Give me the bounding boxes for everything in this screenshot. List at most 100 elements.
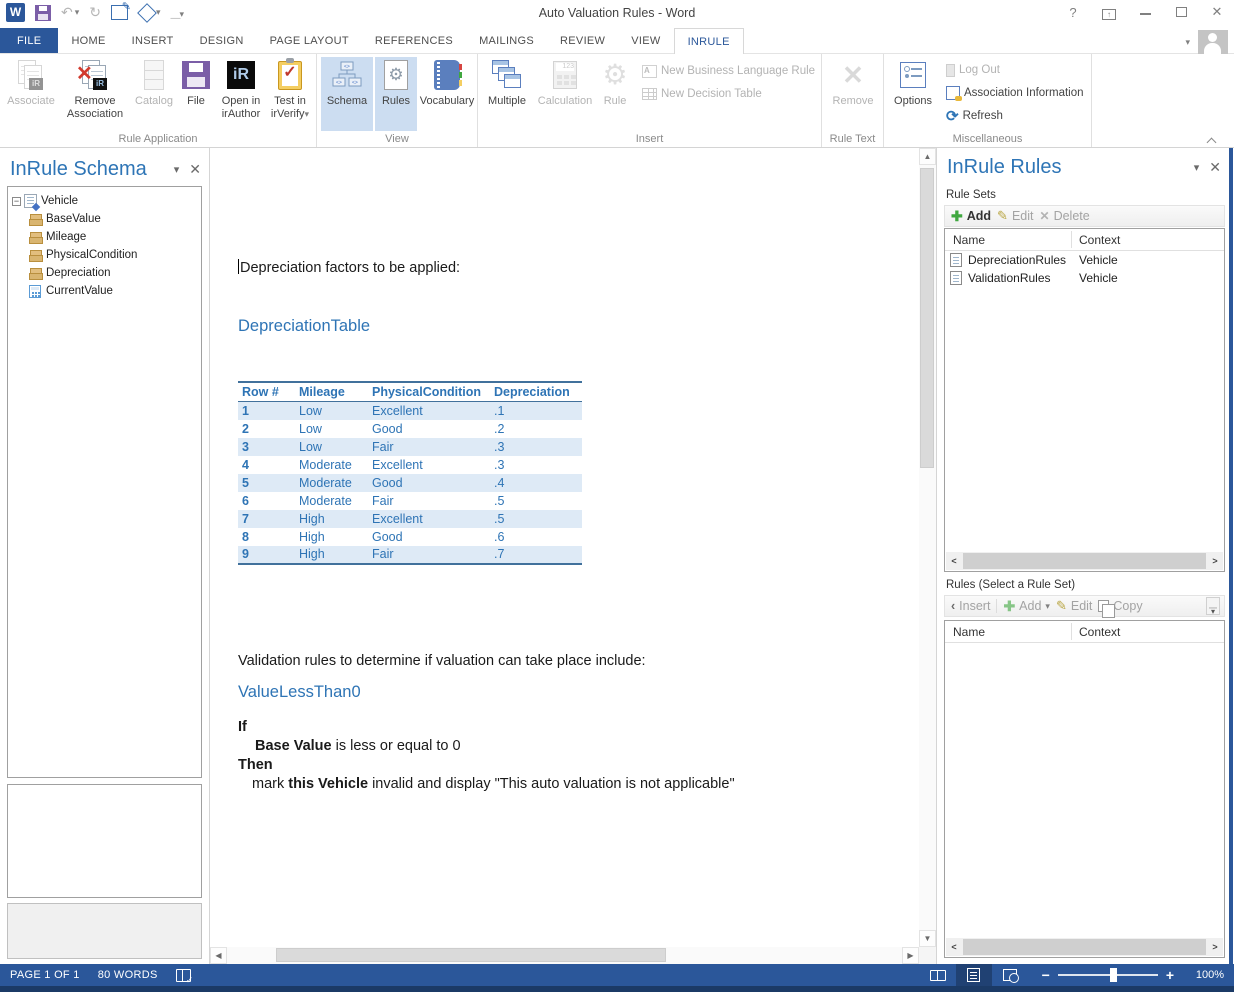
new-decision-table-button[interactable]: New Decision Table xyxy=(642,84,762,104)
proofing-status-icon[interactable] xyxy=(176,969,191,982)
association-information-button[interactable]: Association Information xyxy=(946,83,1084,103)
rule-set-delete-button[interactable]: ✕Delete xyxy=(1040,209,1090,223)
tree-item-basevalue[interactable]: BaseValue xyxy=(8,211,201,227)
scroll-left-icon[interactable]: < xyxy=(946,552,962,570)
zoom-in-button[interactable]: + xyxy=(1166,967,1174,983)
log-out-button[interactable]: Log Out xyxy=(946,60,1000,80)
tab-review[interactable]: REVIEW xyxy=(547,28,618,53)
column-context[interactable]: Context xyxy=(1079,233,1120,247)
tab-mailings[interactable]: MAILINGS xyxy=(466,28,547,53)
schema-panel-menu-icon[interactable]: ▾ xyxy=(174,163,180,176)
zoom-percentage[interactable]: 100% xyxy=(1188,969,1224,981)
rule-then-label[interactable]: Then xyxy=(238,757,273,773)
zoom-track[interactable] xyxy=(1058,974,1158,976)
tree-item-depreciation[interactable]: Depreciation xyxy=(8,265,201,281)
tab-file[interactable]: FILE xyxy=(0,28,58,53)
zoom-slider[interactable]: − + xyxy=(1042,967,1174,983)
paragraph-validation-intro[interactable]: Validation rules to determine if valuati… xyxy=(238,653,646,669)
remove-association-button[interactable]: iR✕ RemoveAssociation xyxy=(62,57,128,131)
scroll-left-button[interactable]: ◀ xyxy=(210,947,227,964)
rule-sets-horizontal-scrollbar[interactable]: < > xyxy=(946,552,1223,570)
rule-set-row-depreciationrules[interactable]: DepreciationRules Vehicle xyxy=(945,251,1224,269)
rules-toggle-button[interactable]: Rules xyxy=(375,57,417,131)
heading-valuelessthan0[interactable]: ValueLessThan0 xyxy=(238,683,361,702)
read-mode-button[interactable] xyxy=(920,964,956,986)
scroll-thumb[interactable] xyxy=(963,939,1206,955)
web-layout-button[interactable] xyxy=(992,964,1028,986)
zoom-out-button[interactable]: − xyxy=(1042,967,1050,983)
rule-if-label[interactable]: If xyxy=(238,719,247,735)
rules-horizontal-scrollbar[interactable]: < > xyxy=(946,938,1223,956)
paragraph-depreciation-intro[interactable]: Depreciation factors to be applied: xyxy=(238,259,460,276)
tab-home[interactable]: HOME xyxy=(58,28,118,53)
rule-edit-button[interactable]: ✎Edit xyxy=(1056,598,1092,614)
associate-button[interactable]: iR Associate xyxy=(2,57,60,131)
scroll-down-button[interactable]: ▼ xyxy=(919,930,936,947)
scroll-left-icon[interactable]: < xyxy=(946,938,962,956)
user-avatar[interactable] xyxy=(1198,30,1228,54)
rule-sets-list[interactable]: Name Context DepreciationRules Vehicle V… xyxy=(944,228,1225,572)
scroll-right-icon[interactable]: > xyxy=(1207,938,1223,956)
document-vertical-scrollbar[interactable]: ▲ ▼ xyxy=(919,148,936,947)
tab-references[interactable]: REFERENCES xyxy=(362,28,466,53)
schema-panel-close-icon[interactable]: ✕ xyxy=(189,161,201,178)
zoom-thumb[interactable] xyxy=(1110,968,1117,982)
account-dropdown-icon[interactable]: ▾ xyxy=(1185,37,1190,48)
rule-add-button[interactable]: ✚Add▾ xyxy=(1003,598,1050,615)
collapse-ribbon-button[interactable] xyxy=(1208,133,1220,141)
catalog-button[interactable]: Catalog xyxy=(130,57,178,131)
tab-design[interactable]: DESIGN xyxy=(187,28,257,53)
insert-rule-button[interactable]: ⚙ Rule xyxy=(596,57,634,131)
open-in-irauthor-button[interactable]: iR Open inirAuthor xyxy=(216,57,266,131)
tree-item-vehicle[interactable]: − Vehicle xyxy=(8,193,201,209)
close-button[interactable]: ✕ xyxy=(1206,4,1228,20)
column-name[interactable]: Name xyxy=(953,233,985,247)
rule-action[interactable]: mark this Vehicle invalid and display "T… xyxy=(252,776,735,792)
tab-insert[interactable]: INSERT xyxy=(119,28,187,53)
rules-panel-close-icon[interactable]: ✕ xyxy=(1209,159,1221,176)
print-layout-button[interactable] xyxy=(956,964,992,986)
vocabulary-button[interactable]: Vocabulary xyxy=(417,57,477,131)
rule-set-row-validationrules[interactable]: ValidationRules Vehicle xyxy=(945,269,1224,287)
scroll-thumb[interactable] xyxy=(963,553,1206,569)
depreciation-table[interactable]: Row # Mileage PhysicalCondition Deprecia… xyxy=(238,381,582,565)
scroll-right-icon[interactable]: > xyxy=(1207,552,1223,570)
rule-set-edit-button[interactable]: ✎Edit xyxy=(997,208,1033,224)
document-horizontal-scrollbar[interactable]: ◀ ▶ xyxy=(210,947,919,964)
ribbon-display-options-button[interactable]: ↑ xyxy=(1098,5,1120,20)
vertical-scroll-thumb[interactable] xyxy=(920,168,934,468)
word-count[interactable]: 80 WORDS xyxy=(98,969,158,981)
test-in-irverify-button[interactable]: Test inirVerify▾ xyxy=(266,57,314,131)
minimize-button[interactable] xyxy=(1134,5,1156,20)
insert-multiple-button[interactable]: Multiple xyxy=(480,57,534,131)
page-indicator[interactable]: PAGE 1 OF 1 xyxy=(10,969,80,981)
scroll-up-button[interactable]: ▲ xyxy=(919,148,936,165)
tab-page-layout[interactable]: PAGE LAYOUT xyxy=(257,28,362,53)
tree-item-currentvalue[interactable]: CurrentValue xyxy=(8,283,201,299)
options-button[interactable]: Options xyxy=(888,57,938,131)
tree-collapse-icon[interactable]: − xyxy=(12,197,21,206)
tree-item-physicalcondition[interactable]: PhysicalCondition xyxy=(8,247,201,263)
tree-item-mileage[interactable]: Mileage xyxy=(8,229,201,245)
tab-view[interactable]: VIEW xyxy=(618,28,673,53)
heading-depreciation-table[interactable]: DepreciationTable xyxy=(238,317,370,336)
schema-toggle-button[interactable]: <> <> <> Schema xyxy=(321,57,373,131)
rule-insert-button[interactable]: ‹Insert xyxy=(951,599,990,613)
rule-condition[interactable]: Base Value is less or equal to 0 xyxy=(255,738,461,754)
rule-set-add-button[interactable]: ✚Add xyxy=(951,208,991,225)
maximize-button[interactable] xyxy=(1170,5,1192,20)
tab-inrule[interactable]: INRULE xyxy=(674,28,744,54)
new-business-language-rule-button[interactable]: New Business Language Rule xyxy=(642,61,815,81)
insert-calculation-button[interactable]: Calculation xyxy=(534,57,596,131)
refresh-button[interactable]: ⟳ Refresh xyxy=(946,106,1003,126)
column-name[interactable]: Name xyxy=(953,625,985,639)
rule-copy-button[interactable]: Copy xyxy=(1098,599,1142,613)
scroll-right-button[interactable]: ▶ xyxy=(902,947,919,964)
help-button[interactable]: ? xyxy=(1062,5,1084,20)
toolbar-overflow-button[interactable]: ⸏▾ xyxy=(1206,597,1220,615)
rules-panel-menu-icon[interactable]: ▾ xyxy=(1194,161,1200,174)
remove-rule-text-button[interactable]: ✕ Remove xyxy=(826,57,880,131)
column-context[interactable]: Context xyxy=(1079,625,1120,639)
document-area[interactable]: Depreciation factors to be applied: Depr… xyxy=(210,148,936,964)
rules-list[interactable]: Name Context < > xyxy=(944,620,1225,958)
